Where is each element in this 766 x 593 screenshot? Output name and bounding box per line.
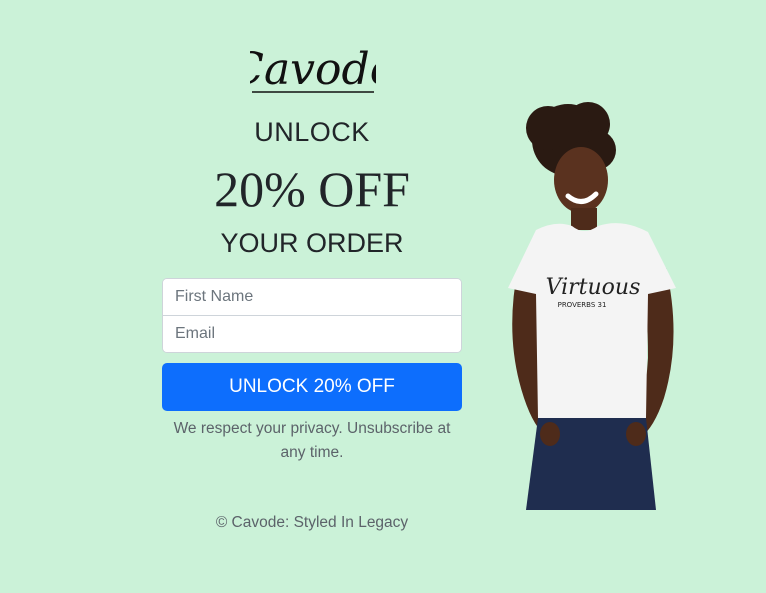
shirt-print-subtext: PROVERBS 31 [558, 301, 607, 309]
unlock-discount-button[interactable]: UNLOCK 20% OFF [162, 363, 462, 411]
brand-logo: Cavode [250, 44, 376, 95]
promo-discount-heading: 20% OFF [214, 161, 410, 217]
brand-logo-text: Cavode [250, 44, 376, 95]
privacy-note: We respect your privacy. Unsubscribe at … [173, 420, 451, 461]
first-name-field[interactable] [163, 279, 461, 315]
email-field[interactable] [163, 316, 461, 352]
promo-order-heading: YOUR ORDER [220, 228, 404, 258]
model-wearing-tshirt-image: Virtuous PROVERBS 31 [508, 102, 676, 510]
footer-copyright: © Cavode: Styled In Legacy [215, 514, 409, 531]
shirt-print-text: Virtuous [546, 275, 641, 300]
promo-unlock-heading: UNLOCK [254, 117, 370, 147]
signup-fields-group [162, 278, 462, 353]
